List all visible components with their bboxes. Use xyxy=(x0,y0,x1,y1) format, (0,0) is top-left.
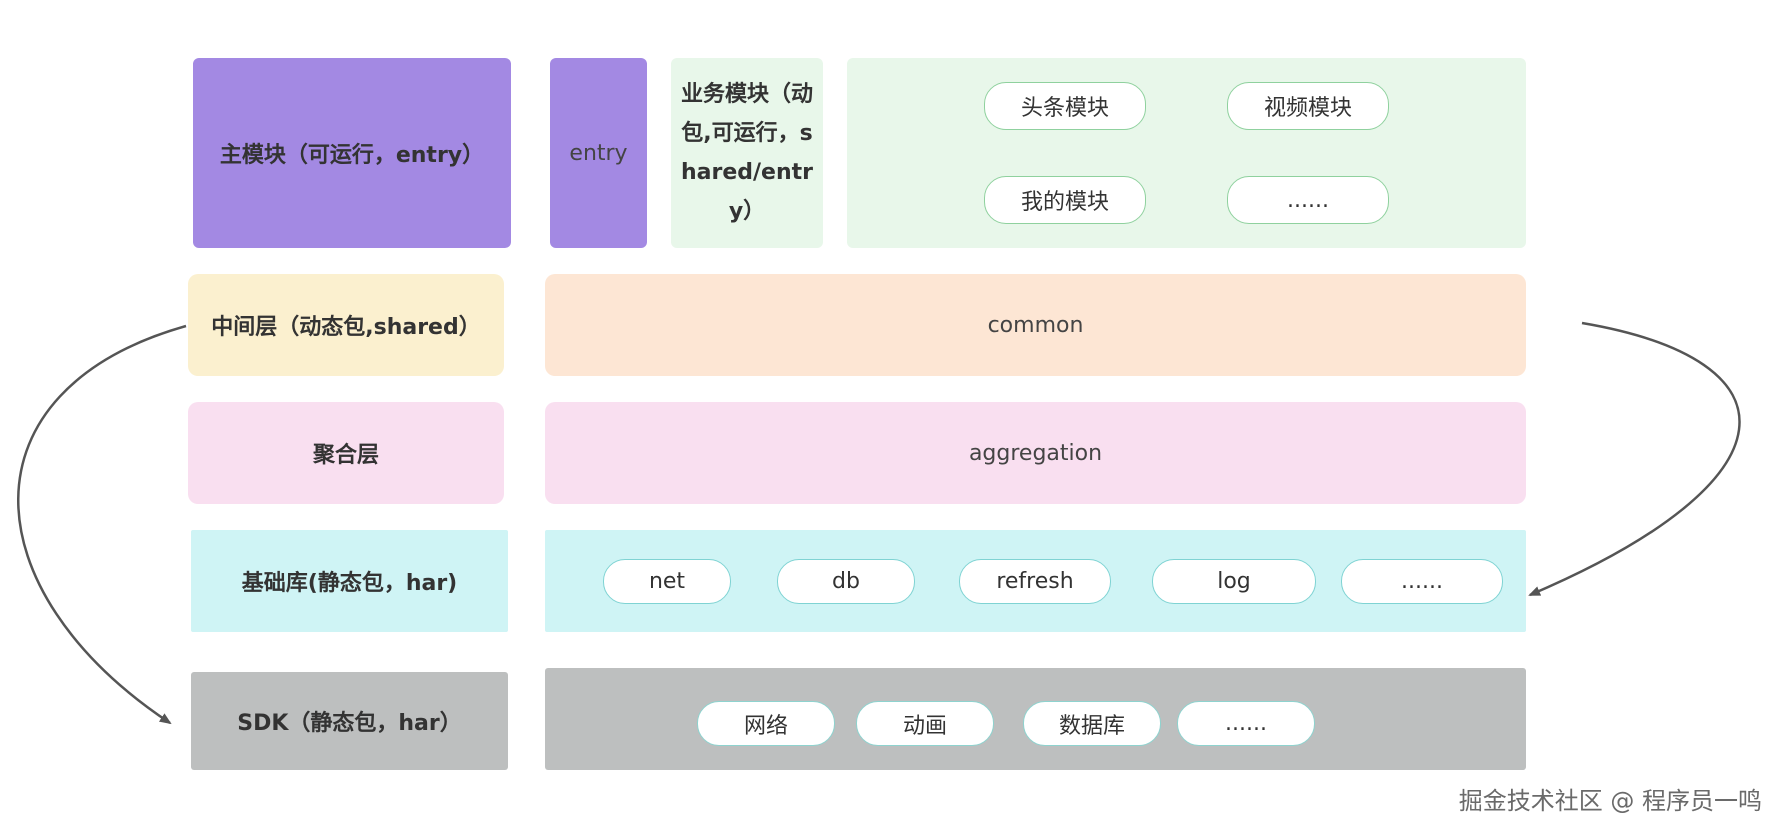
left-dependency-arrow xyxy=(17,324,187,725)
right-dependency-arrow xyxy=(1528,321,1741,597)
dependency-arrows xyxy=(17,321,1741,725)
watermark: 掘金技术社区 @ 程序员一鸣 xyxy=(1458,787,1762,815)
